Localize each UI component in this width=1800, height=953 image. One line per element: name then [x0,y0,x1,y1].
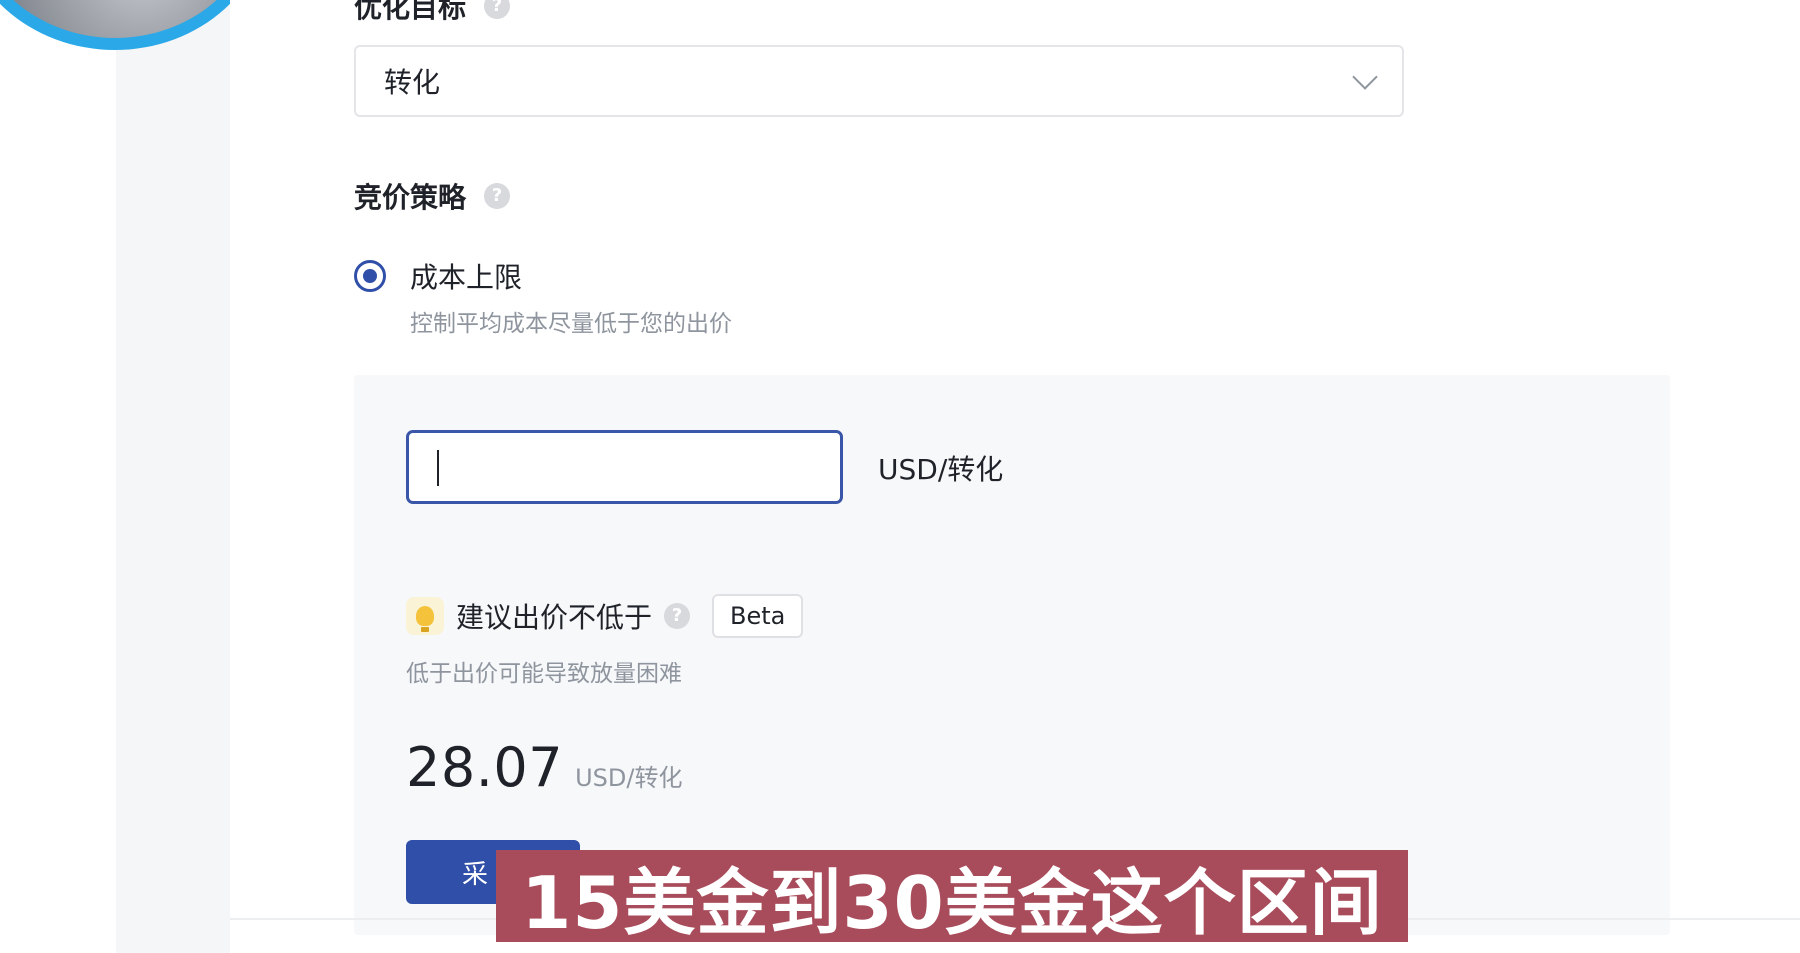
suggested-bid-header: 建议出价不低于 ? Beta [406,594,804,638]
radio-selected-dot [363,269,377,283]
chevron-down-icon [1352,64,1378,90]
bid-amount-input-wrapper[interactable] [406,430,843,504]
video-subtitle: 15美金到30美金这个区间 [496,850,1408,945]
cost-cap-description: 控制平均成本尽量低于您的出价 [410,311,732,337]
bid-strategy-label: 竞价策略 ? [354,176,511,216]
text-caret [437,450,439,486]
cost-cap-radio[interactable] [354,260,386,292]
beta-badge: Beta [712,594,804,638]
bid-unit-label: USD/转化 [878,453,1004,486]
optimization-goal-value: 转化 [384,66,441,99]
suggested-bid-value-row: 28.07 USD/转化 [406,736,682,799]
lightbulb-icon [406,597,444,635]
question-circle-icon[interactable]: ? [484,183,511,209]
cost-cap-label: 成本上限 [410,261,523,294]
cost-cap-option[interactable]: 成本上限 [354,256,522,296]
left-sidebar-rail [116,0,230,953]
suggested-bid-unit: USD/转化 [575,764,683,792]
suggested-bid-label: 建议出价不低于 [456,601,653,634]
optimization-goal-select[interactable]: 转化 [354,45,1404,117]
optimization-goal-label: 优化目标 ? [354,0,511,26]
question-circle-icon[interactable]: ? [484,0,511,19]
adopt-suggestion-button-label: 采 [462,859,489,890]
question-circle-icon[interactable]: ? [664,603,691,629]
screen: 优化目标 ? 转化 竞价策略 ? 成本上限 控制平均成本尽量低于您的出价 USD… [0,0,1800,953]
suggested-bid-description: 低于出价可能导致放量困难 [406,661,682,687]
suggested-bid-value: 28.07 [406,736,564,799]
bid-amount-input[interactable] [435,449,814,485]
optimization-goal-label-text: 优化目标 [354,0,467,24]
bid-strategy-label-text: 竞价策略 [354,181,467,214]
